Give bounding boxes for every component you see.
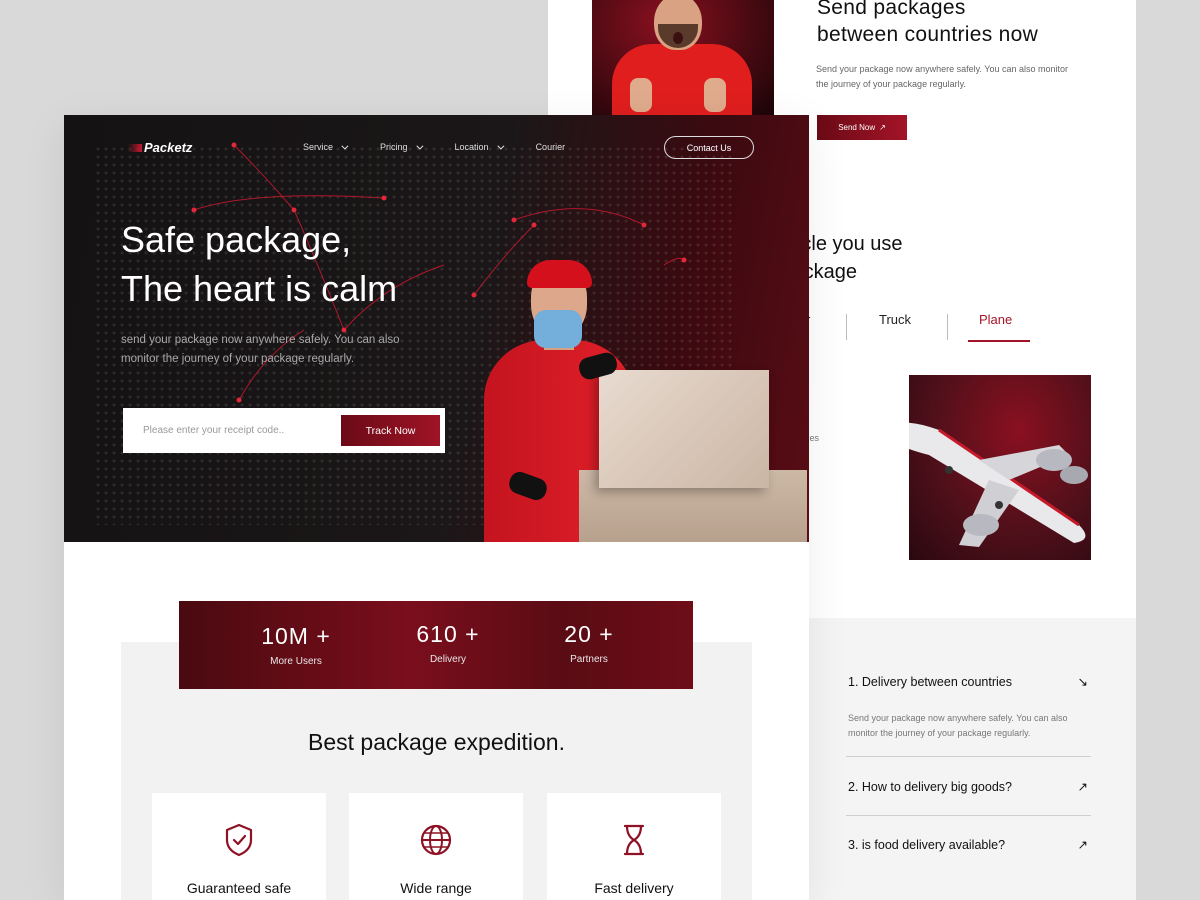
back-section-title: Send packages between countries now (817, 0, 1039, 46)
stat-delivery: 610 + Delivery (416, 621, 480, 665)
feature-label: Guaranteed safe (186, 880, 292, 896)
feature-card-safe: Guaranteed safe (152, 793, 326, 900)
tab-truck[interactable]: Truck (879, 312, 911, 327)
section-title: Best package expedition. (307, 729, 565, 755)
courier-with-boxes-photo (459, 255, 809, 542)
plane-image (909, 375, 1091, 560)
contact-us-button[interactable]: Contact Us (664, 136, 754, 159)
arrow-up-right-icon: ↗ (1077, 838, 1088, 852)
hourglass-icon (623, 824, 645, 856)
logo[interactable]: Packetz (128, 140, 192, 155)
nav-service[interactable]: Service (303, 142, 349, 152)
stat-users: 10M + More Users (261, 623, 331, 667)
nav-courier[interactable]: Courier (536, 142, 566, 152)
front-page-preview: Packetz Service Pricing Location Courier… (64, 115, 809, 900)
hero-section: Packetz Service Pricing Location Courier… (64, 115, 809, 542)
stats-bar: 10M + More Users 610 + Delivery 20 + Par… (179, 601, 693, 689)
faq-question: 2. How to delivery big goods? (848, 779, 1012, 794)
arrow-up-right-icon: ↗ (879, 123, 886, 132)
feature-label: Fast delivery (594, 880, 674, 896)
back-section-description: Send your package now anywhere safely. Y… (816, 64, 1068, 89)
faq-item-3[interactable]: 3. is food delivery available? ↗ (848, 837, 1088, 853)
feature-card-range: Wide range (349, 793, 523, 900)
faq-question: 1. Delivery between countries (848, 674, 1012, 689)
faq-item-1[interactable]: 1. Delivery between countries ↘ Send you… (848, 674, 1088, 741)
courier-thumbs-up-photo (592, 0, 774, 115)
hero-description: send your package now anywhere safely. Y… (121, 334, 400, 365)
main-nav: Service Pricing Location Courier (303, 142, 599, 152)
send-now-button[interactable]: Send Now ↗ (817, 115, 907, 140)
track-form: Track Now (123, 408, 445, 453)
stat-partners: 20 + Partners (564, 621, 614, 665)
nav-location[interactable]: Location (455, 142, 505, 152)
logo-text: Packetz (144, 140, 193, 155)
globe-icon (420, 824, 452, 856)
tab-plane[interactable]: Plane (979, 312, 1012, 327)
logo-mark-icon (128, 143, 142, 152)
receipt-code-input[interactable] (123, 408, 341, 453)
nav-pricing[interactable]: Pricing (380, 142, 423, 152)
hero-title: Safe package, The heart is calm (121, 219, 398, 309)
feature-label: Wide range (400, 880, 472, 896)
chevron-down-icon (496, 142, 505, 150)
faq-question: 3. is food delivery available? (848, 837, 1006, 852)
active-tab-underline (968, 340, 1030, 342)
shield-check-icon (225, 823, 253, 857)
faq-item-2[interactable]: 2. How to delivery big goods? ↗ (848, 779, 1088, 795)
faq-answer: Send your package now anywhere safely. Y… (848, 713, 1068, 738)
arrow-up-right-icon: ↗ (1077, 780, 1088, 794)
track-now-button[interactable]: Track Now (341, 415, 440, 446)
arrow-down-right-icon: ↘ (1077, 675, 1088, 689)
feature-card-fast: Fast delivery (547, 793, 721, 900)
chevron-down-icon (415, 142, 423, 150)
chevron-down-icon (341, 142, 349, 150)
